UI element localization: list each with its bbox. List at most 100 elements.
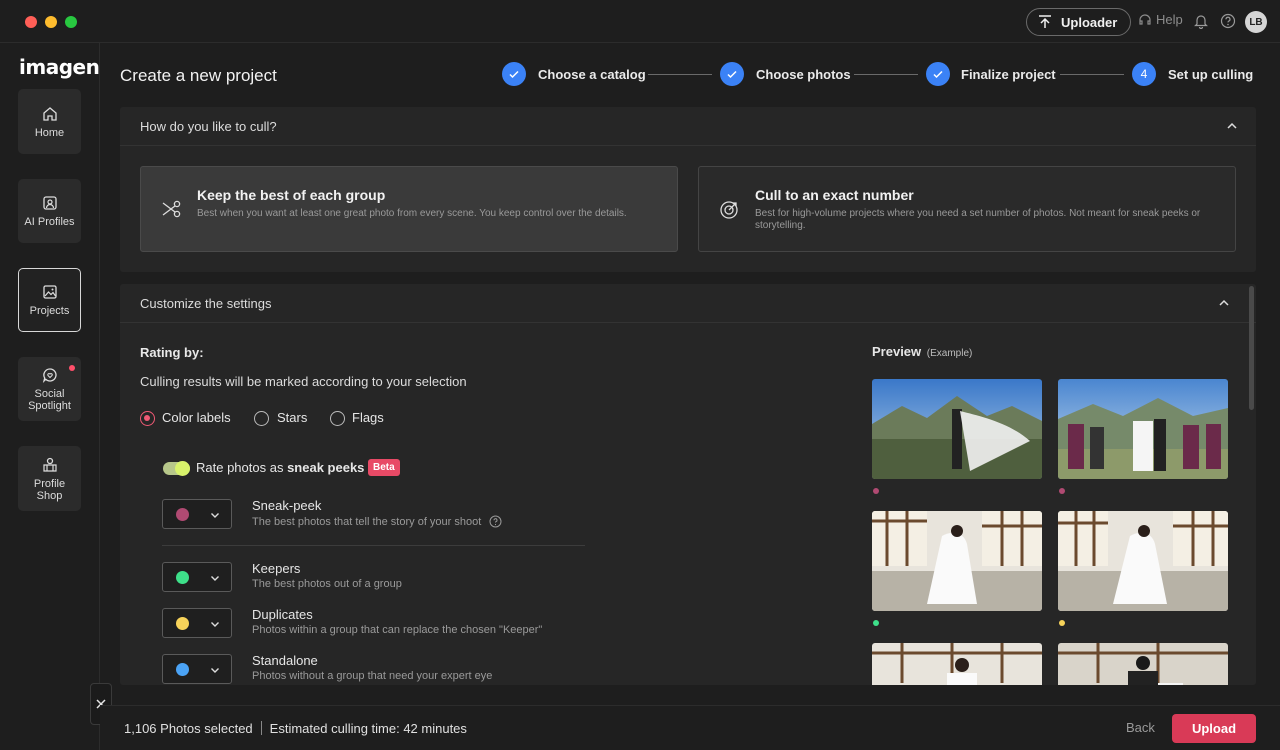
row-desc: The best photos out of a group <box>252 578 402 590</box>
chevron-down-icon <box>211 513 219 518</box>
footer-separator <box>260 721 262 735</box>
color-swatch <box>176 508 189 521</box>
row-desc: The best photos that tell the story of y… <box>252 515 502 528</box>
preview-photo <box>1058 643 1228 685</box>
footer-bar: 1,106 Photos selected Estimated culling t… <box>100 705 1280 750</box>
sidebar-item-ai-profiles[interactable]: AI Profiles <box>18 179 81 243</box>
sidebar-item-label: Profile Shop <box>33 477 66 502</box>
cull-option-desc: Best for high-volume projects where you … <box>755 208 1201 231</box>
preview-label: Preview <box>872 344 922 359</box>
sidebar-item-profile-shop[interactable]: Profile Shop <box>18 446 81 511</box>
upload-button[interactable]: Upload <box>1172 714 1256 743</box>
rating-description: Culling results will be marked according… <box>140 374 467 389</box>
row-title: Duplicates <box>252 607 313 622</box>
cull-option-title: Keep the best of each group <box>197 187 386 203</box>
info-question-icon[interactable] <box>489 515 502 528</box>
social-spotlight-icon <box>42 368 57 383</box>
step-3-check <box>926 62 950 86</box>
radio-color-labels[interactable] <box>140 411 155 426</box>
question-icon[interactable] <box>1220 13 1236 29</box>
cull-option-best-of-group[interactable]: Keep the best of each group Best when yo… <box>140 166 678 252</box>
help-label: Help <box>1156 12 1183 27</box>
row-divider <box>162 545 585 546</box>
preview-color-dot <box>1059 620 1065 626</box>
window-minimize-button[interactable] <box>45 16 57 28</box>
row-title: Keepers <box>252 561 301 576</box>
ai-profile-icon <box>42 196 57 210</box>
cull-panel-header[interactable]: How do you like to cull? <box>120 107 1256 146</box>
preview-sub: (Example) <box>926 348 973 359</box>
projects-icon <box>42 285 57 299</box>
radio-stars[interactable] <box>254 411 269 426</box>
footer-summary: 1,106 Photos selected Estimated culling t… <box>124 721 467 736</box>
step-label: Choose photos <box>756 67 851 82</box>
color-swatch <box>176 617 189 630</box>
sidebar-item-projects[interactable]: Projects <box>18 268 81 332</box>
step-connector <box>1060 74 1124 75</box>
step-1-check <box>502 62 526 86</box>
step-2-check <box>720 62 744 86</box>
cull-method-panel: How do you like to cull? Keep the best o… <box>120 107 1256 272</box>
keepers-color-select[interactable] <box>162 562 232 592</box>
chevron-up-icon[interactable] <box>1218 297 1230 309</box>
cull-option-desc: Best when you want at least one great ph… <box>197 208 627 219</box>
step-label: Set up culling <box>1168 67 1254 82</box>
uploader-button[interactable]: Uploader <box>1026 8 1131 36</box>
cull-option-title: Cull to an exact number <box>755 187 914 203</box>
chevron-up-icon[interactable] <box>1226 120 1238 132</box>
preview-photo <box>1058 379 1228 479</box>
duplicates-color-select[interactable] <box>162 608 232 638</box>
window-close-button[interactable] <box>25 16 37 28</box>
target-icon <box>720 201 738 219</box>
toggle-label-bold: sneak peeks <box>287 460 365 475</box>
sidebar: imagen Home AI Profiles Projects Social … <box>0 43 100 750</box>
color-swatch <box>176 571 189 584</box>
settings-panel-header[interactable]: Customize the settings <box>120 284 1256 323</box>
row-title: Standalone <box>252 653 318 668</box>
cull-panel-heading: How do you like to cull? <box>140 118 277 134</box>
sidebar-item-label: Projects <box>29 305 70 317</box>
stepper: Choose a catalog Choose photos Finalize … <box>502 62 1262 87</box>
sneak-peek-color-select[interactable] <box>162 499 232 529</box>
home-icon <box>42 106 57 121</box>
preview-photo <box>872 511 1042 611</box>
sneak-peek-toggle[interactable] <box>163 461 190 476</box>
radio-label[interactable]: Flags <box>352 410 384 425</box>
sidebar-item-social-spotlight[interactable]: Social Spotlight <box>18 357 81 421</box>
page-title: Create a new project <box>120 66 277 85</box>
profile-shop-icon <box>42 457 57 472</box>
radio-flags[interactable] <box>330 411 345 426</box>
back-button[interactable]: Back <box>1126 720 1155 735</box>
radio-label[interactable]: Stars <box>277 410 307 425</box>
preview-photo <box>1058 511 1228 611</box>
settings-panel: Customize the settings Rating by: Cullin… <box>120 284 1256 685</box>
standalone-color-select[interactable] <box>162 654 232 684</box>
sidebar-item-label: Social Spotlight <box>28 388 71 412</box>
beta-badge: Beta <box>368 459 400 476</box>
preview-color-dot <box>873 488 879 494</box>
rating-by-label: Rating by: <box>140 345 204 360</box>
imagen-logo: imagen <box>19 55 100 79</box>
preview-photo <box>872 643 1042 685</box>
row-desc: Photos without a group that need your ex… <box>252 670 493 682</box>
step-label: Choose a catalog <box>538 67 646 82</box>
settings-heading: Customize the settings <box>140 295 272 311</box>
step-connector <box>854 74 918 75</box>
sidebar-item-home[interactable]: Home <box>18 89 81 154</box>
preview-color-dot <box>1059 488 1065 494</box>
bell-icon[interactable] <box>1194 13 1208 29</box>
toggle-label-prefix: Rate photos as <box>196 460 284 475</box>
headset-icon <box>1139 13 1151 25</box>
window-zoom-button[interactable] <box>65 16 77 28</box>
settings-scrollbar[interactable] <box>1249 286 1254 410</box>
sidebar-item-label: Home <box>34 126 65 139</box>
title-bar: Uploader Help LB <box>0 0 1280 43</box>
check-icon <box>727 70 737 79</box>
culling-time-estimate: Estimated culling time: 42 minutes <box>269 721 467 736</box>
preview-heading: Preview (Example) <box>872 344 972 359</box>
help-button[interactable]: Help <box>1138 12 1183 27</box>
cull-option-exact-number[interactable]: Cull to an exact number Best for high-vo… <box>698 166 1236 252</box>
avatar[interactable]: LB <box>1245 11 1267 33</box>
notification-dot <box>69 365 75 371</box>
radio-label[interactable]: Color labels <box>162 410 231 425</box>
